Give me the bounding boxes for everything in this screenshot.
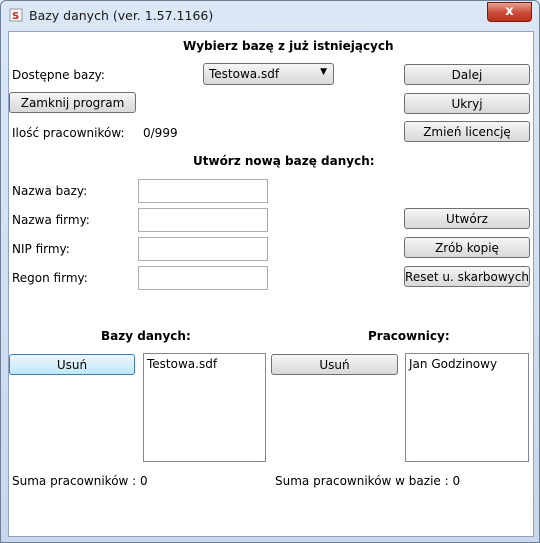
company-name-label: Nazwa firmy: (12, 213, 90, 227)
employees-count-label: Ilość pracowników: (12, 126, 125, 140)
regon-label: Regon firmy: (12, 271, 88, 285)
employees-sum: Suma pracowników w bazie : 0 (275, 474, 461, 488)
chevron-down-icon: ▼ (320, 67, 327, 77)
change-license-button[interactable]: Zmień licencję (404, 121, 530, 142)
databases-list[interactable]: Testowa.sdf (143, 353, 266, 462)
existing-db-heading: Wybierz bazę z już istniejących (183, 39, 394, 53)
databases-heading: Bazy danych: (101, 329, 191, 343)
close-program-button[interactable]: Zamknij program (9, 92, 136, 113)
nip-label: NIP firmy: (12, 242, 70, 256)
employees-heading: Pracownicy: (368, 329, 450, 343)
list-item[interactable]: Jan Godzinowy (406, 354, 528, 374)
app-window: S Bazy danych (ver. 1.57.1166) x Wybierz… (0, 0, 540, 543)
close-window-button[interactable]: x (487, 2, 532, 22)
hide-button[interactable]: Ukryj (404, 93, 530, 114)
svg-text:S: S (12, 11, 19, 22)
app-icon: S (9, 8, 23, 22)
employees-list[interactable]: Jan Godzinowy (405, 353, 529, 462)
reset-tax-offices-button[interactable]: Reset u. skarbowych (404, 266, 530, 287)
create-button[interactable]: Utwórz (404, 208, 530, 229)
window-title: Bazy danych (ver. 1.57.1166) (29, 8, 214, 23)
backup-button[interactable]: Zrób kopię (404, 237, 530, 258)
employees-count-value: 0/999 (143, 126, 178, 140)
db-name-field[interactable] (138, 179, 268, 203)
client-area: Wybierz bazę z już istniejących Dostępne… (8, 31, 534, 537)
next-button[interactable]: Dalej (404, 64, 530, 85)
delete-database-button[interactable]: Usuń (9, 354, 135, 375)
nip-field[interactable] (138, 237, 268, 261)
db-select[interactable]: Testowa.sdf ▼ (203, 63, 334, 85)
title-bar[interactable]: S Bazy danych (ver. 1.57.1166) x (1, 1, 539, 31)
regon-field[interactable] (138, 266, 268, 290)
db-select-value: Testowa.sdf (209, 67, 280, 81)
delete-employee-button[interactable]: Usuń (271, 354, 398, 375)
databases-sum: Suma pracowników : 0 (12, 474, 148, 488)
db-name-label: Nazwa bazy: (12, 184, 88, 198)
create-db-heading: Utwórz nową bazę danych: (193, 154, 375, 168)
company-name-field[interactable] (138, 208, 268, 232)
available-db-label: Dostępne bazy: (12, 68, 105, 82)
list-item[interactable]: Testowa.sdf (144, 354, 265, 374)
